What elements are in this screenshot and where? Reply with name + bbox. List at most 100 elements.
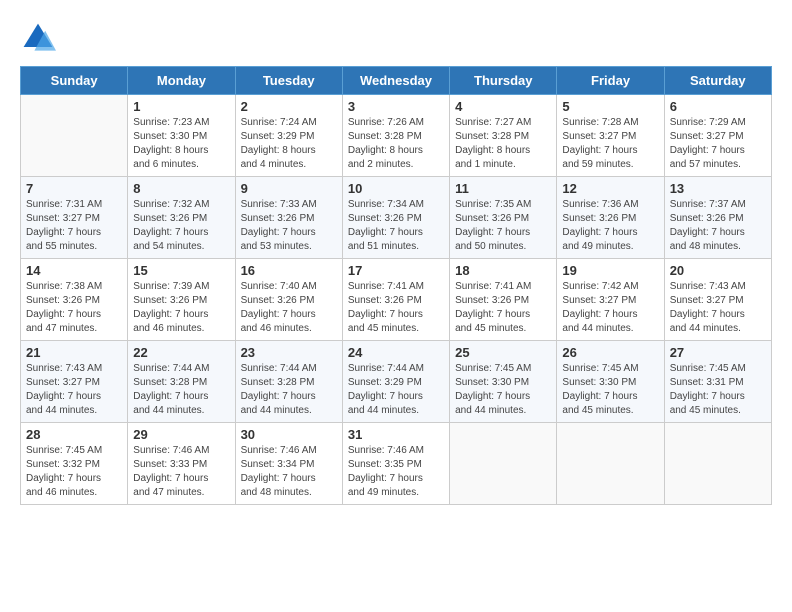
- day-info: Sunrise: 7:36 AM Sunset: 3:26 PM Dayligh…: [562, 198, 658, 254]
- day-number: 15: [133, 263, 229, 278]
- day-info: Sunrise: 7:26 AM Sunset: 3:28 PM Dayligh…: [348, 116, 444, 172]
- day-number: 16: [241, 263, 337, 278]
- day-info: Sunrise: 7:46 AM Sunset: 3:33 PM Dayligh…: [133, 444, 229, 500]
- day-info: Sunrise: 7:32 AM Sunset: 3:26 PM Dayligh…: [133, 198, 229, 254]
- day-info: Sunrise: 7:23 AM Sunset: 3:30 PM Dayligh…: [133, 116, 229, 172]
- day-number: 9: [241, 181, 337, 196]
- calendar-cell: 8Sunrise: 7:32 AM Sunset: 3:26 PM Daylig…: [128, 177, 235, 259]
- day-number: 28: [26, 427, 122, 442]
- calendar-week-row: 7 Sunrise: 7:31 AM Sunset: 3:27 PM Daylig…: [21, 177, 772, 259]
- calendar-cell: 22 Sunrise: 7:44 AM Sunset: 3:28 PM Dayli…: [128, 341, 235, 423]
- day-info: Sunrise: 7:41 AM Sunset: 3:26 PM Dayligh…: [455, 280, 551, 336]
- weekday-header: Thursday: [450, 67, 557, 95]
- day-info: Sunrise: 7:44 AM Sunset: 3:28 PM Dayligh…: [133, 362, 229, 418]
- calendar-cell: 1 Sunrise: 7:23 AM Sunset: 3:30 PM Daylig…: [128, 95, 235, 177]
- calendar-cell: [664, 423, 771, 505]
- day-info: Sunrise: 7:37 AM Sunset: 3:26 PM Dayligh…: [670, 198, 766, 254]
- day-info: Sunrise: 7:41 AM Sunset: 3:26 PM Dayligh…: [348, 280, 444, 336]
- logo-icon: [20, 20, 56, 56]
- day-number: 7: [26, 181, 122, 196]
- calendar-cell: 12 Sunrise: 7:36 AM Sunset: 3:26 PM Dayli…: [557, 177, 664, 259]
- day-info: Sunrise: 7:42 AM Sunset: 3:27 PM Dayligh…: [562, 280, 658, 336]
- calendar-cell: 6 Sunrise: 7:29 AM Sunset: 3:27 PM Daylig…: [664, 95, 771, 177]
- calendar-cell: 28 Sunrise: 7:45 AM Sunset: 3:32 PM Dayli…: [21, 423, 128, 505]
- day-info: Sunrise: 7:39 AM Sunset: 3:26 PM Dayligh…: [133, 280, 229, 336]
- day-number: 5: [562, 99, 658, 114]
- day-info: Sunrise: 7:33 AM Sunset: 3:26 PM Dayligh…: [241, 198, 337, 254]
- day-info: Sunrise: 7:40 AM Sunset: 3:26 PM Dayligh…: [241, 280, 337, 336]
- day-info: Sunrise: 7:29 AM Sunset: 3:27 PM Dayligh…: [670, 116, 766, 172]
- day-number: 10: [348, 181, 444, 196]
- calendar-cell: [557, 423, 664, 505]
- calendar-cell: 31 Sunrise: 7:46 AM Sunset: 3:35 PM Dayli…: [342, 423, 449, 505]
- day-number: 3: [348, 99, 444, 114]
- calendar-cell: [450, 423, 557, 505]
- day-info: Sunrise: 7:45 AM Sunset: 3:32 PM Dayligh…: [26, 444, 122, 500]
- calendar-cell: 23Sunrise: 7:44 AM Sunset: 3:28 PM Dayli…: [235, 341, 342, 423]
- day-number: 19: [562, 263, 658, 278]
- weekday-header: Tuesday: [235, 67, 342, 95]
- day-info: Sunrise: 7:38 AM Sunset: 3:26 PM Dayligh…: [26, 280, 122, 336]
- calendar-cell: 18 Sunrise: 7:41 AM Sunset: 3:26 PM Dayli…: [450, 259, 557, 341]
- calendar-cell: 26 Sunrise: 7:45 AM Sunset: 3:30 PM Dayli…: [557, 341, 664, 423]
- day-number: 26: [562, 345, 658, 360]
- calendar-cell: [21, 95, 128, 177]
- calendar-cell: 3 Sunrise: 7:26 AM Sunset: 3:28 PM Daylig…: [342, 95, 449, 177]
- calendar-cell: 27 Sunrise: 7:45 AM Sunset: 3:31 PM Dayli…: [664, 341, 771, 423]
- logo: [20, 20, 62, 56]
- calendar-cell: 9 Sunrise: 7:33 AM Sunset: 3:26 PM Daylig…: [235, 177, 342, 259]
- day-number: 2: [241, 99, 337, 114]
- day-info: Sunrise: 7:46 AM Sunset: 3:35 PM Dayligh…: [348, 444, 444, 500]
- calendar-cell: 17 Sunrise: 7:41 AM Sunset: 3:26 PM Dayli…: [342, 259, 449, 341]
- day-info: Sunrise: 7:46 AM Sunset: 3:34 PM Dayligh…: [241, 444, 337, 500]
- calendar-cell: 2Sunrise: 7:24 AM Sunset: 3:29 PM Daylig…: [235, 95, 342, 177]
- calendar-cell: 24 Sunrise: 7:44 AM Sunset: 3:29 PM Dayli…: [342, 341, 449, 423]
- day-number: 22: [133, 345, 229, 360]
- calendar-week-row: 21 Sunrise: 7:43 AM Sunset: 3:27 PM Dayli…: [21, 341, 772, 423]
- day-info: Sunrise: 7:31 AM Sunset: 3:27 PM Dayligh…: [26, 198, 122, 254]
- calendar-cell: 19 Sunrise: 7:42 AM Sunset: 3:27 PM Dayli…: [557, 259, 664, 341]
- day-number: 14: [26, 263, 122, 278]
- weekday-header: Friday: [557, 67, 664, 95]
- calendar-cell: 15 Sunrise: 7:39 AM Sunset: 3:26 PM Dayli…: [128, 259, 235, 341]
- calendar-cell: 20 Sunrise: 7:43 AM Sunset: 3:27 PM Dayli…: [664, 259, 771, 341]
- day-number: 24: [348, 345, 444, 360]
- calendar-cell: 21 Sunrise: 7:43 AM Sunset: 3:27 PM Dayli…: [21, 341, 128, 423]
- calendar-week-row: 14 Sunrise: 7:38 AM Sunset: 3:26 PM Dayli…: [21, 259, 772, 341]
- day-number: 6: [670, 99, 766, 114]
- day-number: 17: [348, 263, 444, 278]
- calendar-week-row: 1 Sunrise: 7:23 AM Sunset: 3:30 PM Daylig…: [21, 95, 772, 177]
- day-info: Sunrise: 7:45 AM Sunset: 3:30 PM Dayligh…: [455, 362, 551, 418]
- day-number: 1: [133, 99, 229, 114]
- day-number: 25: [455, 345, 551, 360]
- day-number: 29: [133, 427, 229, 442]
- day-info: Sunrise: 7:35 AM Sunset: 3:26 PM Dayligh…: [455, 198, 551, 254]
- day-number: 12: [562, 181, 658, 196]
- day-info: Sunrise: 7:43 AM Sunset: 3:27 PM Dayligh…: [26, 362, 122, 418]
- calendar-week-row: 28 Sunrise: 7:45 AM Sunset: 3:32 PM Dayli…: [21, 423, 772, 505]
- day-info: Sunrise: 7:44 AM Sunset: 3:29 PM Dayligh…: [348, 362, 444, 418]
- day-info: Sunrise: 7:44 AM Sunset: 3:28 PM Dayligh…: [241, 362, 337, 418]
- day-number: 4: [455, 99, 551, 114]
- day-number: 31: [348, 427, 444, 442]
- day-number: 18: [455, 263, 551, 278]
- weekday-header: Wednesday: [342, 67, 449, 95]
- day-info: Sunrise: 7:45 AM Sunset: 3:30 PM Dayligh…: [562, 362, 658, 418]
- day-number: 11: [455, 181, 551, 196]
- day-number: 30: [241, 427, 337, 442]
- calendar-cell: 4Sunrise: 7:27 AM Sunset: 3:28 PM Daylig…: [450, 95, 557, 177]
- day-number: 27: [670, 345, 766, 360]
- day-info: Sunrise: 7:45 AM Sunset: 3:31 PM Dayligh…: [670, 362, 766, 418]
- calendar-cell: 16 Sunrise: 7:40 AM Sunset: 3:26 PM Dayli…: [235, 259, 342, 341]
- calendar-cell: 5Sunrise: 7:28 AM Sunset: 3:27 PM Daylig…: [557, 95, 664, 177]
- day-number: 20: [670, 263, 766, 278]
- calendar-cell: 25 Sunrise: 7:45 AM Sunset: 3:30 PM Dayli…: [450, 341, 557, 423]
- weekday-header: Sunday: [21, 67, 128, 95]
- day-info: Sunrise: 7:43 AM Sunset: 3:27 PM Dayligh…: [670, 280, 766, 336]
- day-info: Sunrise: 7:34 AM Sunset: 3:26 PM Dayligh…: [348, 198, 444, 254]
- calendar-cell: 11 Sunrise: 7:35 AM Sunset: 3:26 PM Dayli…: [450, 177, 557, 259]
- day-number: 21: [26, 345, 122, 360]
- calendar-cell: 29 Sunrise: 7:46 AM Sunset: 3:33 PM Dayli…: [128, 423, 235, 505]
- calendar-cell: 10 Sunrise: 7:34 AM Sunset: 3:26 PM Dayli…: [342, 177, 449, 259]
- page-header: [20, 20, 772, 56]
